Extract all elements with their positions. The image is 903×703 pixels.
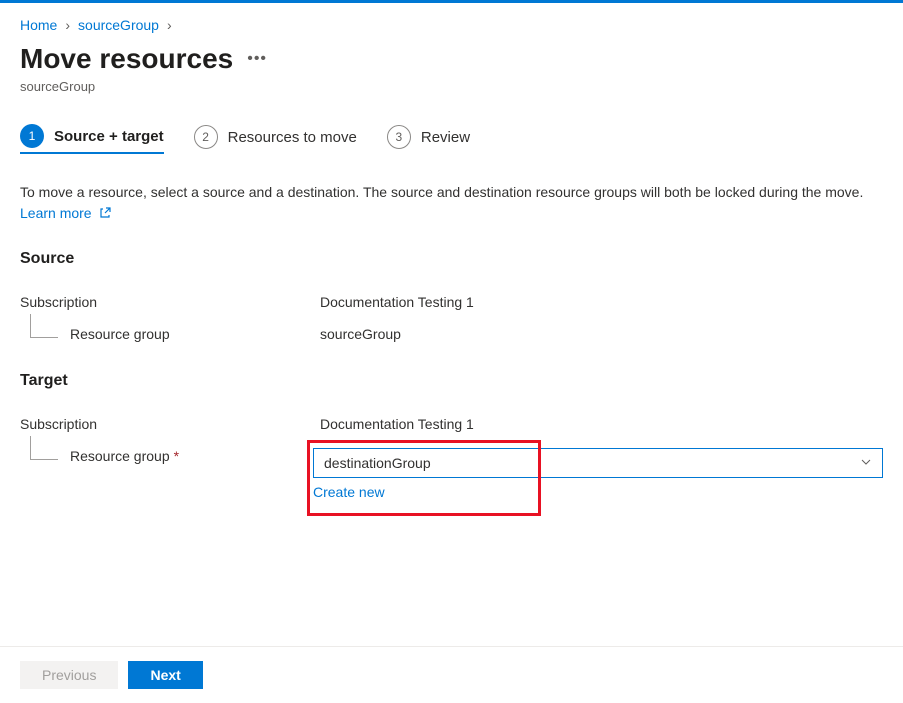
breadcrumb-home[interactable]: Home [20, 17, 57, 33]
source-subscription-label: Subscription [20, 294, 320, 310]
tree-connector-icon [30, 436, 58, 460]
step-number-1: 1 [20, 124, 44, 148]
source-resource-group-label: Resource group [70, 326, 170, 342]
step-number-2: 2 [194, 125, 218, 149]
step-label-2: Resources to move [228, 129, 357, 146]
page-subtitle: sourceGroup [20, 79, 883, 94]
tree-connector-icon [30, 314, 58, 338]
target-heading: Target [20, 372, 883, 390]
description-text: To move a resource, select a source and … [20, 182, 883, 224]
next-button[interactable]: Next [128, 661, 202, 689]
step-review[interactable]: 3 Review [387, 125, 470, 153]
target-resource-group-dropdown[interactable]: destinationGroup [313, 448, 883, 478]
target-subscription-value: Documentation Testing 1 [320, 416, 883, 432]
step-number-3: 3 [387, 125, 411, 149]
more-actions-icon[interactable]: ••• [247, 50, 267, 68]
source-subscription-value: Documentation Testing 1 [320, 294, 883, 310]
step-label-1: Source + target [54, 128, 164, 145]
page-title: Move resources [20, 43, 233, 75]
source-resource-group-value: sourceGroup [320, 326, 883, 342]
create-new-link[interactable]: Create new [313, 484, 385, 500]
chevron-right-icon: › [167, 17, 172, 33]
chevron-right-icon: › [65, 17, 70, 33]
footer-buttons: Previous Next [0, 646, 903, 703]
required-asterisk: * [174, 448, 179, 464]
breadcrumb-sourcegroup[interactable]: sourceGroup [78, 17, 159, 33]
breadcrumb: Home › sourceGroup › [20, 17, 883, 33]
step-source-target[interactable]: 1 Source + target [20, 124, 164, 154]
wizard-steps: 1 Source + target 2 Resources to move 3 … [20, 124, 883, 154]
chevron-down-icon [860, 456, 872, 468]
step-resources-to-move[interactable]: 2 Resources to move [194, 125, 357, 153]
source-heading: Source [20, 250, 883, 268]
target-subscription-label: Subscription [20, 416, 320, 432]
learn-more-link[interactable]: Learn more [20, 205, 111, 221]
external-link-icon [99, 207, 111, 219]
target-resource-group-label: Resource group [70, 448, 170, 464]
dropdown-selected-value: destinationGroup [324, 455, 431, 471]
step-label-3: Review [421, 129, 470, 146]
previous-button[interactable]: Previous [20, 661, 118, 689]
